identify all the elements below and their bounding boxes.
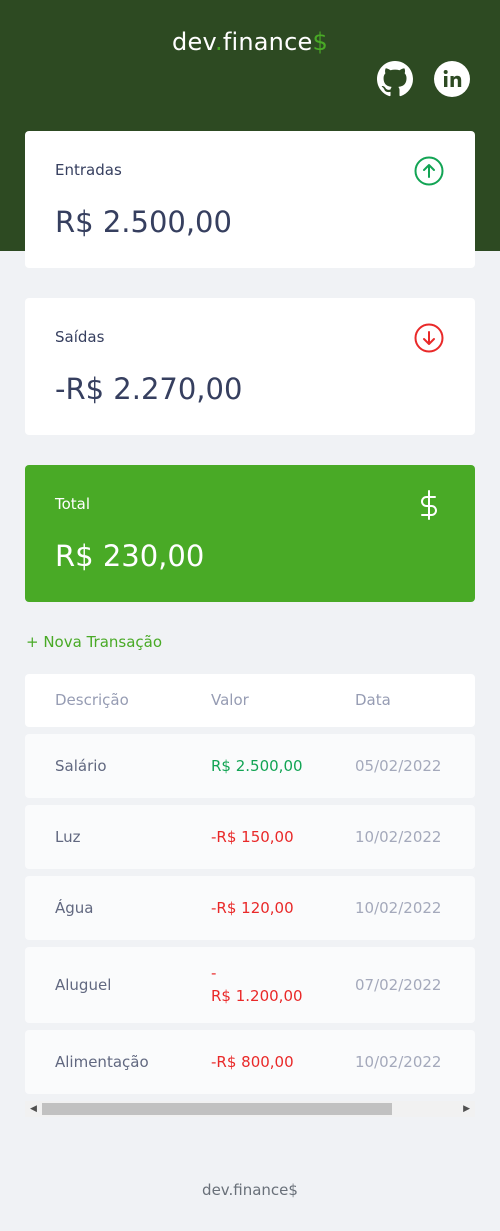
- expense-label: Saídas: [55, 328, 105, 346]
- table-row: Salário R$ 2.500,00 05/02/2022: [25, 734, 475, 798]
- github-icon: [377, 61, 413, 97]
- table-horizontal-scrollbar[interactable]: ◀ ▶: [25, 1101, 475, 1117]
- expense-card: Saídas -R$ 2.270,00: [25, 298, 475, 435]
- row-value: -R$ 120,00: [211, 899, 294, 917]
- header-value: Valor: [211, 691, 249, 709]
- linkedin-link[interactable]: [434, 61, 470, 97]
- row-description: Aluguel: [55, 976, 112, 994]
- income-label: Entradas: [55, 161, 122, 179]
- logo-dollar: $: [312, 28, 328, 56]
- row-date: 10/02/2022: [355, 1053, 442, 1071]
- row-date: 05/02/2022: [355, 757, 442, 775]
- arrow-up-circle-icon: [414, 156, 444, 186]
- income-card: Entradas R$ 2.500,00: [25, 131, 475, 268]
- row-date: 07/02/2022: [355, 976, 442, 994]
- row-description: Água: [55, 899, 94, 917]
- income-amount: R$ 2.500,00: [55, 205, 232, 239]
- row-description: Salário: [55, 757, 107, 775]
- table-row: Alimentação -R$ 800,00 10/02/2022: [25, 1030, 475, 1094]
- scroll-left-arrow-icon[interactable]: ◀: [30, 1104, 37, 1114]
- row-date: 10/02/2022: [355, 899, 442, 917]
- app-logo: dev.finance$: [0, 28, 500, 56]
- row-date: 10/02/2022: [355, 828, 442, 846]
- header-description: Descrição: [55, 691, 129, 709]
- scroll-thumb[interactable]: [42, 1103, 392, 1115]
- total-card: Total R$ 230,00: [25, 465, 475, 602]
- dollar-sign-icon: [421, 490, 437, 520]
- row-value: R$ 2.500,00: [211, 757, 303, 775]
- total-amount: R$ 230,00: [55, 539, 205, 573]
- arrow-down-circle-icon: [414, 323, 444, 353]
- row-value-sign: -: [211, 964, 217, 982]
- logo-finance: finance: [222, 28, 313, 56]
- table-row: Aluguel - R$ 1.200,00 07/02/2022: [25, 947, 475, 1023]
- row-description: Luz: [55, 828, 81, 846]
- header-date: Data: [355, 691, 391, 709]
- total-label: Total: [55, 495, 91, 513]
- scroll-right-arrow-icon[interactable]: ▶: [463, 1104, 470, 1114]
- table-header: Descrição Valor Data: [25, 674, 475, 727]
- row-description: Alimentação: [55, 1053, 149, 1071]
- row-value: R$ 1.200,00: [211, 987, 303, 1005]
- logo-dev: dev: [172, 28, 215, 56]
- expense-amount: -R$ 2.270,00: [55, 372, 243, 406]
- linkedin-icon: [434, 61, 470, 97]
- table-row: Água -R$ 120,00 10/02/2022: [25, 876, 475, 940]
- new-transaction-button[interactable]: + Nova Transação: [26, 633, 162, 651]
- github-link[interactable]: [377, 61, 413, 97]
- logo-dot: .: [215, 28, 223, 56]
- footer-text: dev.finance$: [202, 1181, 298, 1199]
- table-row: Luz -R$ 150,00 10/02/2022: [25, 805, 475, 869]
- row-value: -R$ 150,00: [211, 828, 294, 846]
- row-value: -R$ 800,00: [211, 1053, 294, 1071]
